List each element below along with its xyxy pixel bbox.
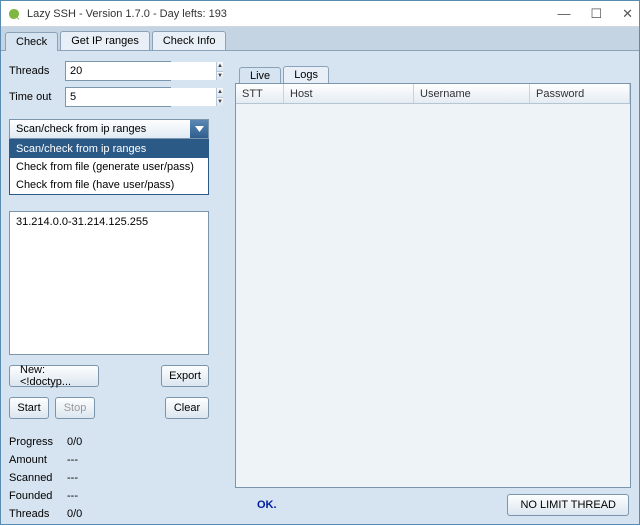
ip-range-list[interactable]: 31.214.0.0-31.214.125.255 — [9, 211, 209, 355]
mode-select-dropdown: Scan/check from ip ranges Check from fil… — [9, 139, 209, 195]
progress-value: 0/0 — [67, 436, 82, 448]
ip-range-item[interactable]: 31.214.0.0-31.214.125.255 — [16, 216, 202, 228]
mode-option-file-gen[interactable]: Check from file (generate user/pass) — [10, 158, 208, 176]
bottom-bar: OK. NO LIMIT THREAD — [235, 492, 631, 518]
table-body[interactable] — [236, 104, 630, 487]
tab-logs[interactable]: Logs — [283, 66, 329, 83]
timeout-spinner: ▲ ▼ — [216, 88, 223, 106]
threads-spin-down[interactable]: ▼ — [217, 72, 223, 81]
scanned-label: Scanned — [9, 472, 67, 484]
threads-stat-value: 0/0 — [67, 508, 82, 520]
stats-panel: Progress0/0 Amount--- Scanned--- Founded… — [9, 433, 225, 523]
start-button[interactable]: Start — [9, 397, 49, 419]
export-button[interactable]: Export — [161, 365, 209, 387]
threads-spinner: ▲ ▼ — [216, 62, 223, 80]
col-username[interactable]: Username — [414, 84, 530, 103]
amount-value: --- — [67, 454, 78, 466]
founded-value: --- — [67, 490, 78, 502]
app-window: Lazy SSH - Version 1.7.0 - Day lefts: 19… — [0, 0, 640, 525]
result-tabs: Live Logs — [235, 61, 631, 83]
right-panel: Live Logs STT Host Username Password OK.… — [235, 61, 631, 518]
col-host[interactable]: Host — [284, 84, 414, 103]
threads-stat-label: Threads — [9, 508, 67, 520]
col-password[interactable]: Password — [530, 84, 630, 103]
tab-live[interactable]: Live — [239, 67, 281, 84]
scanned-value: --- — [67, 472, 78, 484]
window-title: Lazy SSH - Version 1.7.0 - Day lefts: 19… — [27, 8, 557, 20]
threads-input-wrap: ▲ ▼ — [65, 61, 171, 81]
mode-select-text: Scan/check from ip ranges — [10, 123, 190, 135]
tab-check[interactable]: Check — [5, 32, 58, 51]
threads-label: Threads — [9, 65, 65, 77]
left-panel: Threads ▲ ▼ Time out ▲ ▼ — [9, 61, 225, 524]
close-button[interactable]: ✕ — [622, 7, 633, 20]
titlebar: Lazy SSH - Version 1.7.0 - Day lefts: 19… — [1, 1, 639, 27]
tab-check-info[interactable]: Check Info — [152, 31, 227, 50]
founded-label: Founded — [9, 490, 67, 502]
maximize-button[interactable]: ☐ — [590, 7, 602, 20]
tab-get-ip-ranges[interactable]: Get IP ranges — [60, 31, 150, 50]
minimize-button[interactable]: — — [557, 7, 570, 20]
clear-button[interactable]: Clear — [165, 397, 209, 419]
status-text: OK. — [237, 499, 277, 511]
mode-option-scan[interactable]: Scan/check from ip ranges — [10, 140, 208, 158]
progress-label: Progress — [9, 436, 67, 448]
chevron-down-icon — [190, 120, 208, 138]
amount-label: Amount — [9, 454, 67, 466]
col-stt[interactable]: STT — [236, 84, 284, 103]
timeout-input-wrap: ▲ ▼ — [65, 87, 171, 107]
body-area: Threads ▲ ▼ Time out ▲ ▼ — [1, 51, 639, 526]
timeout-spin-up[interactable]: ▲ — [217, 88, 223, 98]
results-table: STT Host Username Password — [235, 83, 631, 488]
window-controls: — ☐ ✕ — [557, 7, 633, 20]
mode-select[interactable]: Scan/check from ip ranges Scan/check fro… — [9, 119, 209, 139]
app-icon — [7, 7, 21, 21]
stop-button[interactable]: Stop — [55, 397, 95, 419]
mode-option-file-have[interactable]: Check from file (have user/pass) — [10, 176, 208, 194]
no-limit-thread-button[interactable]: NO LIMIT THREAD — [507, 494, 629, 516]
table-header: STT Host Username Password — [236, 84, 630, 104]
timeout-spin-down[interactable]: ▼ — [217, 98, 223, 107]
timeout-input[interactable] — [66, 88, 216, 106]
threads-spin-up[interactable]: ▲ — [217, 62, 223, 72]
timeout-label: Time out — [9, 91, 65, 103]
threads-input[interactable] — [66, 62, 216, 80]
new-button[interactable]: New: <!doctyp... — [9, 365, 99, 387]
main-tabs: Check Get IP ranges Check Info — [1, 27, 639, 51]
